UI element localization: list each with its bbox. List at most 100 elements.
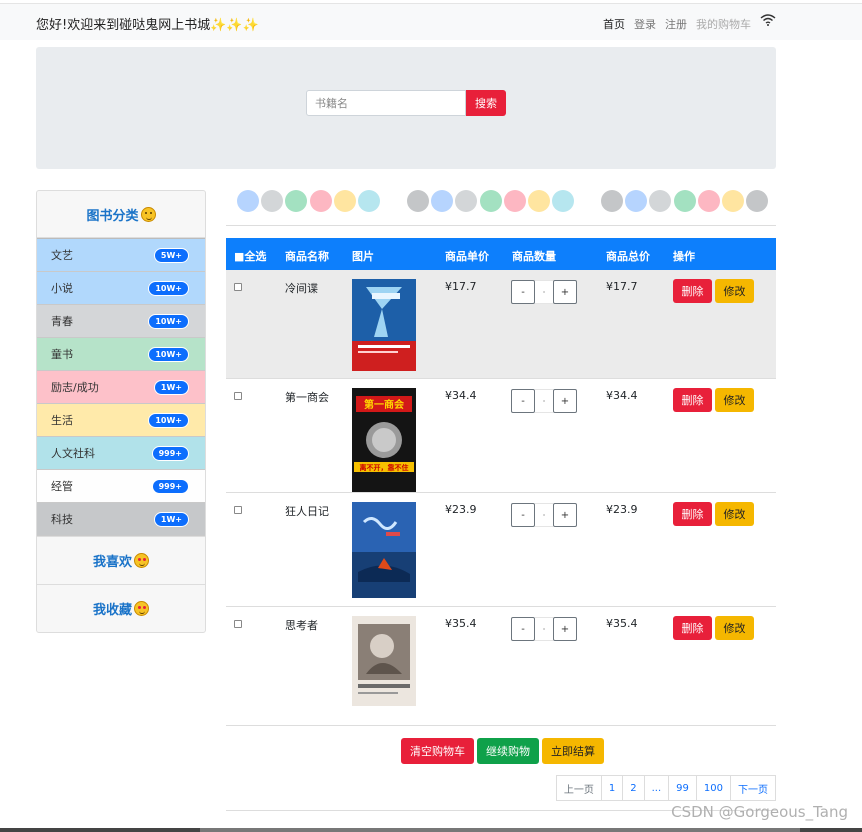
delete-button[interactable]: 删除 bbox=[673, 388, 712, 412]
my-favorites-link[interactable]: 我收藏 bbox=[37, 584, 205, 632]
color-dot bbox=[261, 190, 283, 212]
quantity-stepper: - · + bbox=[511, 503, 577, 527]
quantity-minus-button[interactable]: - bbox=[511, 617, 535, 641]
page-link[interactable]: ... bbox=[643, 775, 670, 801]
search-button[interactable]: 搜索 bbox=[466, 90, 506, 116]
item-total-price: ¥34.4 bbox=[606, 389, 638, 402]
item-checkbox[interactable] bbox=[234, 506, 242, 514]
color-dot bbox=[455, 190, 477, 212]
nav-home-link[interactable]: 首页 bbox=[603, 16, 625, 32]
quantity-stepper: - · + bbox=[511, 280, 577, 304]
color-dot bbox=[625, 190, 647, 212]
item-checkbox[interactable] bbox=[234, 392, 242, 400]
category-name: 科技 bbox=[51, 513, 73, 526]
color-dot bbox=[480, 190, 502, 212]
page-link[interactable]: 1 bbox=[600, 775, 624, 801]
quantity-value[interactable]: · bbox=[535, 280, 553, 304]
item-name[interactable]: 狂人日记 bbox=[285, 503, 329, 519]
quantity-plus-button[interactable]: + bbox=[553, 280, 577, 304]
item-unit-price: ¥17.7 bbox=[445, 280, 477, 293]
book-search-input[interactable] bbox=[306, 90, 466, 116]
pagination: 上一页 1 2... 99 100 下一页 bbox=[555, 775, 776, 801]
category-heading[interactable]: 图书分类 bbox=[37, 191, 205, 238]
checkout-button[interactable]: 立即结算 bbox=[542, 738, 604, 764]
quantity-value[interactable]: · bbox=[535, 503, 553, 527]
item-cover[interactable]: 第一商会 离不开，靠不住 bbox=[352, 388, 416, 495]
quantity-minus-button[interactable]: - bbox=[511, 503, 535, 527]
item-name[interactable]: 冷间谍 bbox=[285, 280, 318, 296]
item-cover[interactable] bbox=[352, 279, 416, 374]
my-favorites-label: 我收藏 bbox=[92, 603, 132, 618]
nav-cart-link[interactable]: 我的购物车 bbox=[696, 16, 751, 32]
scrollbar-thumb[interactable] bbox=[200, 828, 800, 832]
category-item[interactable]: 科技 1W+ bbox=[37, 503, 205, 536]
quantity-minus-button[interactable]: - bbox=[511, 389, 535, 413]
item-name[interactable]: 第一商会 bbox=[285, 389, 329, 405]
book-cover-image: 第一商会离不开，靠不住 bbox=[352, 388, 416, 492]
category-item[interactable]: 经管 999+ bbox=[37, 470, 205, 503]
color-dot bbox=[431, 190, 453, 212]
item-name[interactable]: 思考者 bbox=[285, 617, 318, 633]
quantity-header: 商品数量 bbox=[512, 250, 556, 263]
category-name: 青春 bbox=[51, 315, 73, 328]
edit-button[interactable]: 修改 bbox=[715, 616, 754, 640]
continue-shopping-button[interactable]: 继续购物 bbox=[477, 738, 539, 764]
item-unit-price: ¥34.4 bbox=[445, 389, 477, 402]
color-dot bbox=[674, 190, 696, 212]
page-link[interactable]: 下一页 bbox=[730, 775, 776, 801]
category-item[interactable]: 文艺 5W+ bbox=[37, 239, 205, 272]
cart-item-row: 冷间谍 ¥17.7 - · + ¥17.7 删除 修改 bbox=[226, 270, 776, 379]
quantity-plus-button[interactable]: + bbox=[553, 617, 577, 641]
category-count-badge: 999+ bbox=[151, 445, 189, 461]
nav-register-link[interactable]: 注册 bbox=[665, 16, 687, 32]
category-sidebar: 图书分类 文艺 5W+ 小说 10W+ 青春 10W+ 童书 10W+ 励志/成功 1W+ 生活 10… bbox=[36, 190, 206, 633]
category-item[interactable]: 童书 10W+ bbox=[37, 338, 205, 371]
edit-button[interactable]: 修改 bbox=[715, 388, 754, 412]
category-item[interactable]: 小说 10W+ bbox=[37, 272, 205, 305]
page-link[interactable]: 99 bbox=[668, 775, 697, 801]
item-cover[interactable] bbox=[352, 502, 416, 601]
item-checkbox[interactable] bbox=[234, 620, 242, 628]
delete-button[interactable]: 删除 bbox=[673, 502, 712, 526]
category-count-badge: 5W+ bbox=[153, 247, 189, 263]
quantity-minus-button[interactable]: - bbox=[511, 280, 535, 304]
quantity-plus-button[interactable]: + bbox=[553, 389, 577, 413]
clear-cart-button[interactable]: 清空购物车 bbox=[401, 738, 474, 764]
my-likes-link[interactable]: 我喜欢 bbox=[37, 536, 205, 584]
delete-button[interactable]: 删除 bbox=[673, 616, 712, 640]
item-cover[interactable] bbox=[352, 616, 416, 711]
svg-text:第一商会: 第一商会 bbox=[364, 398, 404, 411]
name-header: 商品名称 bbox=[285, 250, 329, 263]
my-likes-label: 我喜欢 bbox=[92, 555, 132, 570]
book-cover-image bbox=[352, 502, 416, 598]
color-dot bbox=[358, 190, 380, 212]
item-total-price: ¥35.4 bbox=[606, 617, 638, 630]
search-banner: 搜索 bbox=[36, 47, 776, 169]
color-dot bbox=[746, 190, 768, 212]
category-count-badge: 999+ bbox=[151, 478, 189, 494]
quantity-plus-button[interactable]: + bbox=[553, 503, 577, 527]
quantity-value[interactable]: · bbox=[535, 389, 553, 413]
item-checkbox[interactable] bbox=[234, 283, 242, 291]
edit-button[interactable]: 修改 bbox=[715, 502, 754, 526]
delete-button[interactable]: 删除 bbox=[673, 279, 712, 303]
cart-table: ■全选 商品名称 图片 商品单价 商品数量 商品总价 操作 冷间谍 ¥17.7- ·… bbox=[226, 238, 776, 726]
nav-login-link[interactable]: 登录 bbox=[634, 16, 656, 32]
category-item[interactable]: 励志/成功 1W+ bbox=[37, 371, 205, 404]
site-brand[interactable]: 您好!欢迎来到碰哒鬼网上书城✨✨✨ bbox=[36, 14, 259, 33]
color-dot bbox=[237, 190, 259, 212]
page-link[interactable]: 100 bbox=[695, 775, 731, 801]
select-all-header[interactable]: ■全选 bbox=[234, 248, 266, 264]
page-link[interactable]: 上一页 bbox=[555, 775, 602, 801]
page-link[interactable]: 2 bbox=[622, 775, 645, 801]
quantity-value[interactable]: · bbox=[535, 617, 553, 641]
category-item[interactable]: 生活 10W+ bbox=[37, 404, 205, 437]
category-item[interactable]: 青春 10W+ bbox=[37, 305, 205, 338]
bottom-scrollbar[interactable] bbox=[0, 828, 862, 832]
ops-header: 操作 bbox=[673, 250, 695, 263]
color-dot bbox=[698, 190, 720, 212]
edit-button[interactable]: 修改 bbox=[715, 279, 754, 303]
category-item[interactable]: 人文社科 999+ bbox=[37, 437, 205, 470]
category-count-badge: 1W+ bbox=[153, 511, 189, 527]
total-header: 商品总价 bbox=[606, 250, 650, 263]
